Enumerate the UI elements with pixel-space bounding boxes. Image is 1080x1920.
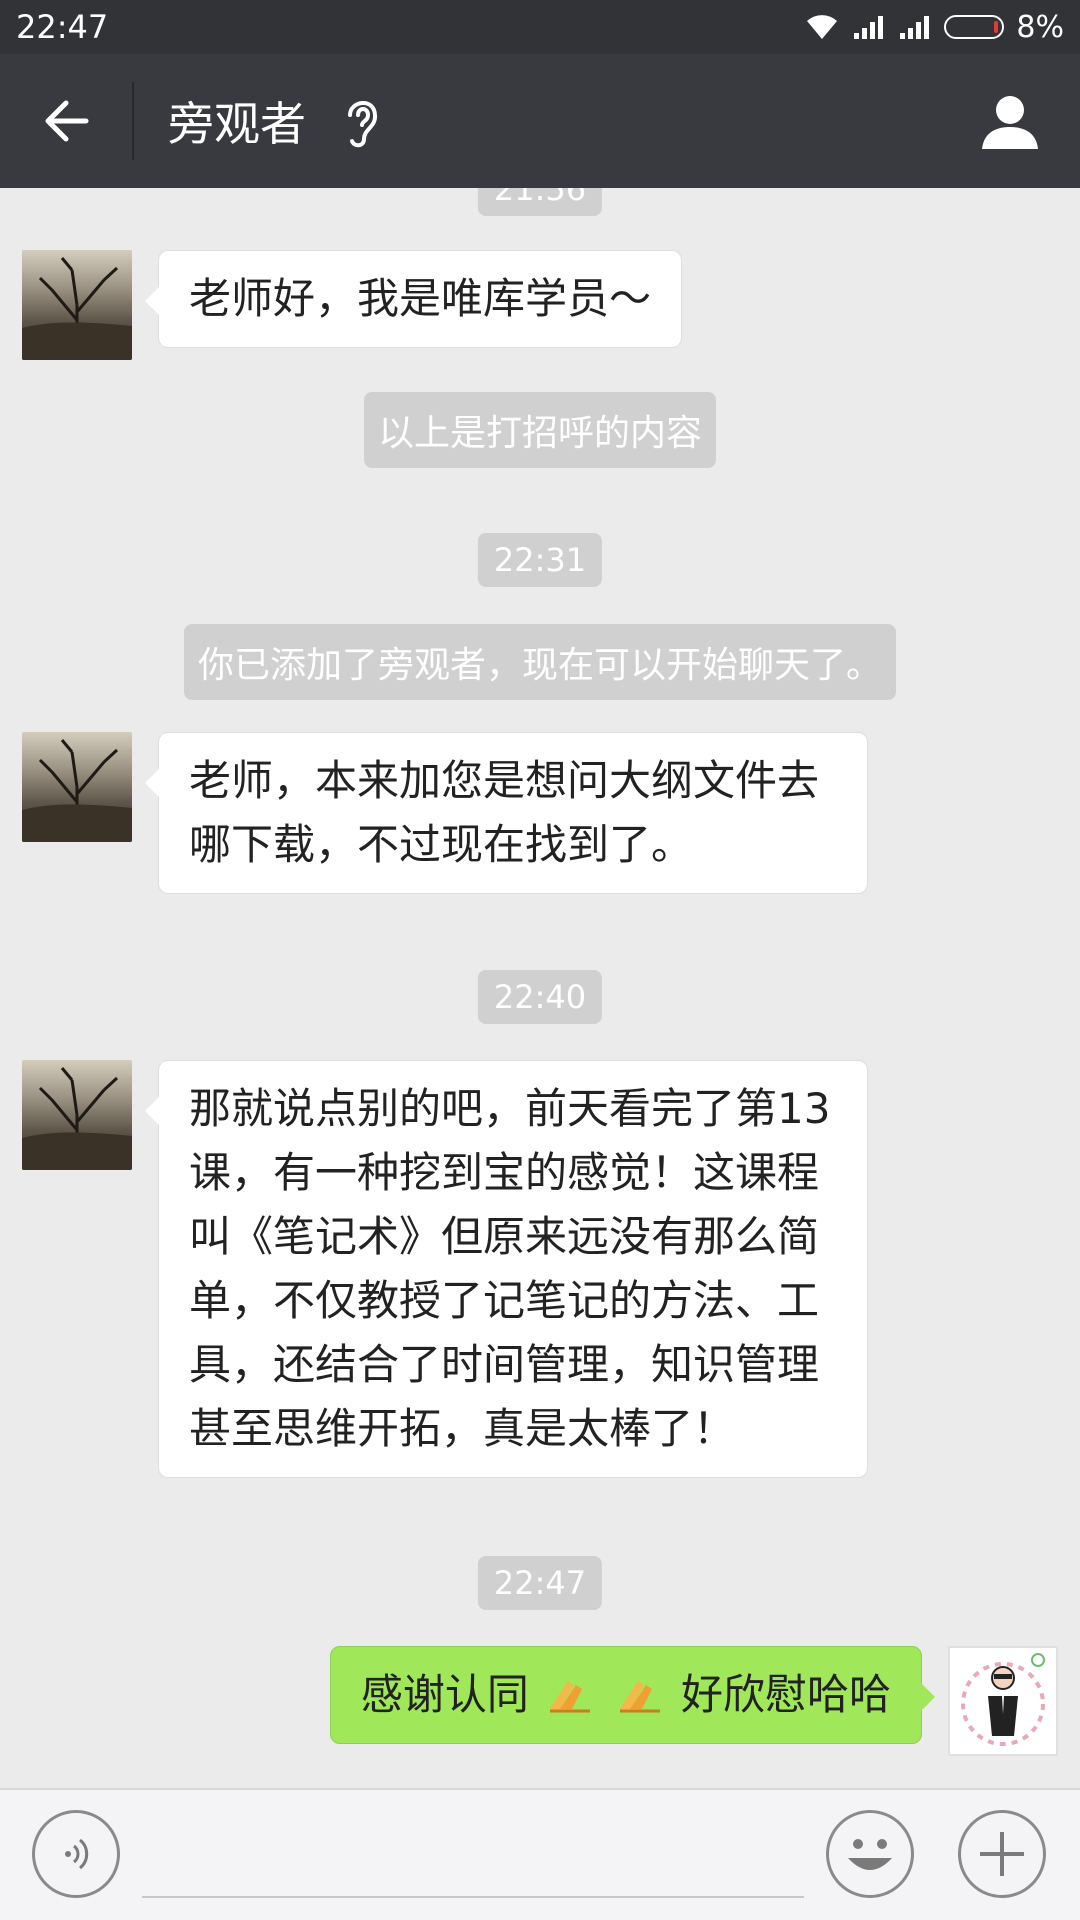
emoji-button[interactable] — [826, 1810, 914, 1898]
back-arrow-icon — [45, 100, 89, 142]
status-indicators: 8% — [804, 10, 1064, 45]
timestamp: 22:40 — [477, 970, 603, 1024]
battery-level — [994, 21, 999, 33]
my-avatar[interactable] — [948, 1646, 1058, 1756]
back-button[interactable] — [0, 54, 132, 188]
message-text: 感谢认同 — [360, 1670, 529, 1719]
more-button[interactable] — [958, 1810, 1046, 1898]
profile-button[interactable] — [940, 54, 1080, 188]
wifi-icon — [807, 15, 838, 39]
timestamp: 21:56 — [477, 188, 603, 216]
status-bar: 22:47 8% — [0, 0, 1080, 54]
chat-screen: 22:47 8% 旁观者 21:56 老师好，我是唯库学员～ 以上是打招呼的内容… — [0, 0, 1080, 1920]
voice-button[interactable] — [32, 1810, 120, 1898]
message-input[interactable] — [142, 1810, 804, 1898]
incoming-message-bubble[interactable]: 老师好，我是唯库学员～ — [144, 250, 683, 348]
contact-avatar[interactable] — [22, 250, 132, 360]
input-bar — [0, 1788, 1080, 1920]
outgoing-message-bubble[interactable]: 感谢认同 好欣慰哈哈 — [329, 1646, 936, 1744]
voice-icon — [65, 1838, 89, 1870]
incoming-message-bubble[interactable]: 那就说点别的吧，前天看完了第13课，有一种挖到宝的感觉！这课程叫《笔记术》但原来… — [145, 1060, 868, 1478]
system-message: 你已添加了旁观者，现在可以开始聊天了。 — [183, 624, 897, 700]
message-text: 老师好，我是唯库学员～ — [189, 274, 652, 323]
battery-icon — [944, 15, 1005, 39]
timestamp: 22:47 — [477, 1556, 603, 1610]
message-text: 老师，本来加您是想问大纲文件去哪下载，不过现在找到了。 — [189, 756, 820, 869]
smiley-icon — [848, 1839, 892, 1870]
contact-avatar[interactable] — [22, 732, 132, 842]
message-text: 好欣慰哈哈 — [680, 1670, 891, 1719]
plus-icon — [980, 1832, 1024, 1876]
status-time: 22:47 — [16, 8, 109, 46]
chat-header: 旁观者 — [0, 54, 1080, 188]
header-divider — [132, 82, 134, 160]
battery-percent: 8% — [1016, 9, 1064, 45]
signal-icon — [854, 16, 884, 39]
clap-emoji-icon — [550, 1681, 591, 1713]
contact-avatar[interactable] — [22, 1060, 132, 1170]
system-message: 以上是打招呼的内容 — [363, 392, 717, 468]
incoming-message-bubble[interactable]: 老师，本来加您是想问大纲文件去哪下载，不过现在找到了。 — [145, 732, 868, 894]
message-list[interactable]: 21:56 老师好，我是唯库学员～ 以上是打招呼的内容 22:31 你已添加了旁… — [0, 188, 1080, 1788]
clap-emoji-icon — [619, 1681, 660, 1713]
user-icon — [982, 96, 1038, 149]
ear-icon — [342, 91, 386, 151]
signal-icon — [900, 16, 930, 39]
message-text: 那就说点别的吧，前天看完了第13课，有一种挖到宝的感觉！这课程叫《笔记术》但原来… — [189, 1084, 831, 1453]
timestamp: 22:31 — [477, 533, 603, 587]
page-title: 旁观者 — [168, 97, 306, 151]
